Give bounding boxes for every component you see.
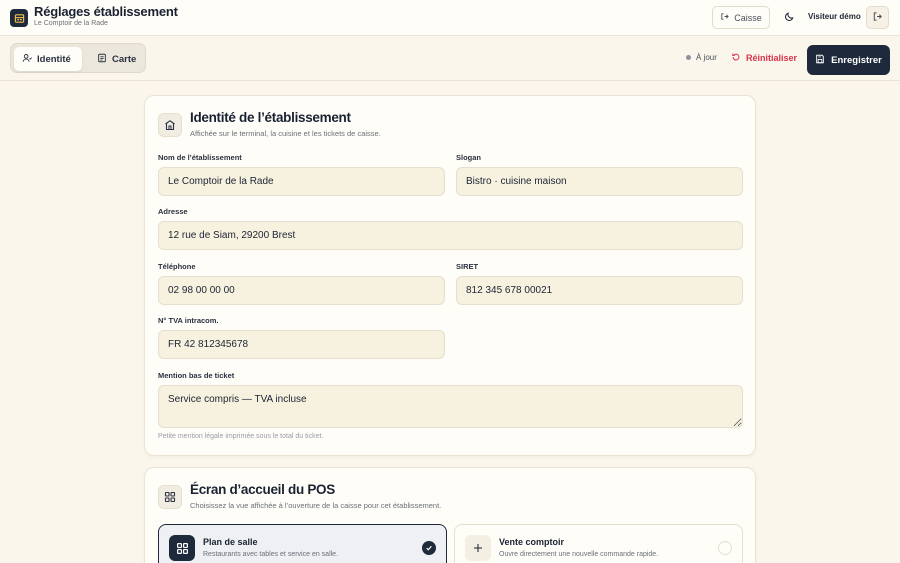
slogan-input[interactable] (456, 167, 743, 196)
vat-label: N° TVA intracom. (158, 316, 219, 325)
enter-register-icon (720, 12, 729, 23)
check-icon (422, 541, 436, 555)
pos-home-description: Choisissez la vue affichée à l’ouverture… (190, 501, 442, 510)
footer-label: Mention bas de ticket (158, 371, 235, 380)
option-floor-plan-title: Plan de salle (203, 537, 258, 547)
theme-toggle-button[interactable] (780, 9, 798, 27)
tab-carte-label: Carte (112, 53, 137, 65)
phone-input[interactable] (158, 276, 445, 305)
name-label: Nom de l’établissement (158, 153, 242, 162)
option-floor-plan-description: Restaurants avec tables et service en sa… (203, 551, 339, 558)
status-dot-icon (686, 55, 691, 60)
moon-icon (784, 9, 795, 27)
floor-plan-icon (169, 535, 195, 561)
phone-label: Téléphone (158, 262, 196, 271)
reset-button-label: Réinitialiser (746, 53, 798, 63)
sync-status-label: À jour (696, 53, 717, 62)
name-input[interactable] (158, 167, 445, 196)
vat-input[interactable] (158, 330, 445, 359)
pos-home-card: Écran d’accueil du POS Choisissez la vue… (144, 467, 756, 563)
reset-icon (731, 52, 741, 64)
pos-home-title: Écran d’accueil du POS (190, 482, 335, 497)
address-label: Adresse (158, 207, 188, 216)
page-title: Réglages établissement (34, 4, 178, 19)
plus-icon (465, 535, 491, 561)
option-counter-sale[interactable]: Vente comptoir Ouvre directement une nou… (454, 524, 743, 563)
tab-identite[interactable]: Identité (14, 47, 82, 71)
siret-input[interactable] (456, 276, 743, 305)
option-floor-plan[interactable]: Plan de salle Restaurants avec tables et… (158, 524, 447, 563)
caisse-button[interactable]: Caisse (712, 6, 770, 29)
tab-carte[interactable]: Carte (89, 47, 145, 71)
identity-card: Identité de l’établissement Affichée sur… (144, 95, 756, 456)
option-counter-sale-title: Vente comptoir (499, 537, 565, 547)
radio-unselected-icon (718, 541, 732, 555)
user-name: Visiteur démo (808, 12, 861, 21)
top-bar: Réglages établissement Le Comptoir de la… (0, 0, 900, 36)
reset-button[interactable]: Réinitialiser (731, 52, 797, 64)
identity-title: Identité de l’établissement (190, 110, 351, 125)
option-counter-sale-description: Ouvre directement une nouvelle commande … (499, 551, 659, 558)
tab-identite-label: Identité (37, 53, 71, 65)
footer-help-text: Petite mention légale imprimée sous le t… (158, 433, 324, 440)
establishment-name: Le Comptoir de la Rade (34, 20, 108, 27)
settings-tabs: Identité Carte (10, 43, 146, 73)
slogan-label: Slogan (456, 153, 482, 162)
storefront-icon (158, 113, 182, 137)
logout-icon (872, 9, 883, 27)
save-button-label: Enregistrer (831, 54, 882, 66)
sync-status: À jour (686, 53, 717, 62)
footer-textarea[interactable]: Service compris — TVA incluse (158, 385, 743, 428)
caisse-button-label: Caisse (734, 12, 762, 23)
siret-label: SIRET (456, 262, 479, 271)
save-icon (815, 54, 825, 67)
address-input[interactable] (158, 221, 743, 250)
grid-icon (158, 485, 182, 509)
logout-button[interactable] (866, 6, 889, 29)
user-icon (22, 53, 32, 66)
save-button[interactable]: Enregistrer (807, 45, 890, 75)
document-icon (97, 53, 107, 66)
register-logo-icon (10, 9, 28, 27)
identity-description: Affichée sur le terminal, la cuisine et … (190, 129, 381, 138)
